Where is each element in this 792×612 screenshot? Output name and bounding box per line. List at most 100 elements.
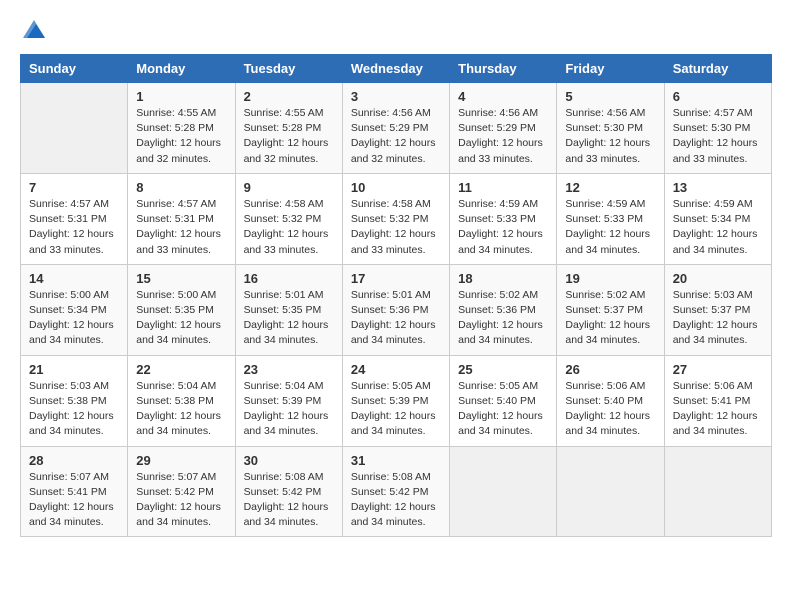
day-info: Sunrise: 4:56 AM Sunset: 5:30 PM Dayligh…: [565, 106, 655, 167]
calendar-cell: 20 Sunrise: 5:03 AM Sunset: 5:37 PM Dayli…: [664, 264, 771, 355]
logo: [20, 20, 45, 38]
day-number: 5: [565, 89, 655, 104]
day-info: Sunrise: 4:56 AM Sunset: 5:29 PM Dayligh…: [351, 106, 441, 167]
day-info: Sunrise: 5:07 AM Sunset: 5:42 PM Dayligh…: [136, 470, 226, 531]
calendar-table: SundayMondayTuesdayWednesdayThursdayFrid…: [20, 54, 772, 537]
day-number: 19: [565, 271, 655, 286]
day-info: Sunrise: 4:57 AM Sunset: 5:31 PM Dayligh…: [29, 197, 119, 258]
day-info: Sunrise: 5:06 AM Sunset: 5:40 PM Dayligh…: [565, 379, 655, 440]
calendar-cell: 22 Sunrise: 5:04 AM Sunset: 5:38 PM Dayli…: [128, 355, 235, 446]
calendar-cell: 2 Sunrise: 4:55 AM Sunset: 5:28 PM Daylig…: [235, 83, 342, 174]
calendar-cell: 21 Sunrise: 5:03 AM Sunset: 5:38 PM Dayli…: [21, 355, 128, 446]
day-number: 14: [29, 271, 119, 286]
day-info: Sunrise: 4:56 AM Sunset: 5:29 PM Dayligh…: [458, 106, 548, 167]
calendar-cell: 14 Sunrise: 5:00 AM Sunset: 5:34 PM Dayli…: [21, 264, 128, 355]
day-number: 26: [565, 362, 655, 377]
calendar-cell: 26 Sunrise: 5:06 AM Sunset: 5:40 PM Dayli…: [557, 355, 664, 446]
logo-icon: [23, 20, 45, 38]
calendar-cell: [21, 83, 128, 174]
calendar-cell: 18Sunrise: 5:02 AM Sunset: 5:36 PM Dayli…: [450, 264, 557, 355]
calendar-cell: 4Sunrise: 4:56 AM Sunset: 5:29 PM Daylig…: [450, 83, 557, 174]
day-info: Sunrise: 4:58 AM Sunset: 5:32 PM Dayligh…: [351, 197, 441, 258]
day-info: Sunrise: 5:05 AM Sunset: 5:40 PM Dayligh…: [458, 379, 548, 440]
day-number: 2: [244, 89, 334, 104]
day-info: Sunrise: 5:02 AM Sunset: 5:37 PM Dayligh…: [565, 288, 655, 349]
day-number: 24: [351, 362, 441, 377]
day-number: 21: [29, 362, 119, 377]
header-saturday: Saturday: [664, 55, 771, 83]
calendar-week-row: 1 Sunrise: 4:55 AM Sunset: 5:28 PM Daylig…: [21, 83, 772, 174]
calendar-week-row: 28 Sunrise: 5:07 AM Sunset: 5:41 PM Dayli…: [21, 446, 772, 537]
day-info: Sunrise: 4:57 AM Sunset: 5:31 PM Dayligh…: [136, 197, 226, 258]
day-number: 22: [136, 362, 226, 377]
day-number: 8: [136, 180, 226, 195]
day-number: 3: [351, 89, 441, 104]
day-number: 23: [244, 362, 334, 377]
calendar-cell: 29 Sunrise: 5:07 AM Sunset: 5:42 PM Dayli…: [128, 446, 235, 537]
header-thursday: Thursday: [450, 55, 557, 83]
day-info: Sunrise: 4:59 AM Sunset: 5:34 PM Dayligh…: [673, 197, 763, 258]
day-number: 31: [351, 453, 441, 468]
day-number: 25: [458, 362, 548, 377]
calendar-cell: 27 Sunrise: 5:06 AM Sunset: 5:41 PM Dayli…: [664, 355, 771, 446]
calendar-cell: 28 Sunrise: 5:07 AM Sunset: 5:41 PM Dayli…: [21, 446, 128, 537]
day-number: 1: [136, 89, 226, 104]
header: [20, 20, 772, 38]
calendar-cell: 1Sunrise: 4:55 AM Sunset: 5:28 PM Daylig…: [128, 83, 235, 174]
calendar-week-row: 21 Sunrise: 5:03 AM Sunset: 5:38 PM Dayli…: [21, 355, 772, 446]
header-wednesday: Wednesday: [342, 55, 449, 83]
day-info: Sunrise: 5:08 AM Sunset: 5:42 PM Dayligh…: [351, 470, 441, 531]
day-number: 10: [351, 180, 441, 195]
calendar-cell: 17 Sunrise: 5:01 AM Sunset: 5:36 PM Dayli…: [342, 264, 449, 355]
day-number: 20: [673, 271, 763, 286]
calendar-cell: 12Sunrise: 4:59 AM Sunset: 5:33 PM Dayli…: [557, 173, 664, 264]
calendar-cell: 15 Sunrise: 5:00 AM Sunset: 5:35 PM Dayli…: [128, 264, 235, 355]
calendar-cell: 8 Sunrise: 4:57 AM Sunset: 5:31 PM Daylig…: [128, 173, 235, 264]
calendar-cell: 3 Sunrise: 4:56 AM Sunset: 5:29 PM Daylig…: [342, 83, 449, 174]
day-number: 15: [136, 271, 226, 286]
day-number: 13: [673, 180, 763, 195]
day-info: Sunrise: 5:03 AM Sunset: 5:38 PM Dayligh…: [29, 379, 119, 440]
day-number: 16: [244, 271, 334, 286]
day-info: Sunrise: 5:04 AM Sunset: 5:38 PM Dayligh…: [136, 379, 226, 440]
day-info: Sunrise: 5:01 AM Sunset: 5:36 PM Dayligh…: [351, 288, 441, 349]
calendar-cell: 5 Sunrise: 4:56 AM Sunset: 5:30 PM Daylig…: [557, 83, 664, 174]
header-monday: Monday: [128, 55, 235, 83]
day-info: Sunrise: 4:59 AM Sunset: 5:33 PM Dayligh…: [565, 197, 655, 258]
calendar-cell: 16Sunrise: 5:01 AM Sunset: 5:35 PM Dayli…: [235, 264, 342, 355]
day-number: 6: [673, 89, 763, 104]
calendar-cell: 31 Sunrise: 5:08 AM Sunset: 5:42 PM Dayli…: [342, 446, 449, 537]
header-sunday: Sunday: [21, 55, 128, 83]
header-friday: Friday: [557, 55, 664, 83]
calendar-cell: 24Sunrise: 5:05 AM Sunset: 5:39 PM Dayli…: [342, 355, 449, 446]
calendar-cell: [664, 446, 771, 537]
calendar-cell: 9Sunrise: 4:58 AM Sunset: 5:32 PM Daylig…: [235, 173, 342, 264]
day-info: Sunrise: 4:57 AM Sunset: 5:30 PM Dayligh…: [673, 106, 763, 167]
day-number: 27: [673, 362, 763, 377]
calendar-cell: 11Sunrise: 4:59 AM Sunset: 5:33 PM Dayli…: [450, 173, 557, 264]
day-info: Sunrise: 5:03 AM Sunset: 5:37 PM Dayligh…: [673, 288, 763, 349]
day-info: Sunrise: 5:00 AM Sunset: 5:34 PM Dayligh…: [29, 288, 119, 349]
day-info: Sunrise: 5:00 AM Sunset: 5:35 PM Dayligh…: [136, 288, 226, 349]
day-number: 30: [244, 453, 334, 468]
day-info: Sunrise: 4:58 AM Sunset: 5:32 PM Dayligh…: [244, 197, 334, 258]
calendar-cell: 25 Sunrise: 5:05 AM Sunset: 5:40 PM Dayli…: [450, 355, 557, 446]
day-number: 29: [136, 453, 226, 468]
logo-blue: [20, 20, 45, 38]
day-info: Sunrise: 4:59 AM Sunset: 5:33 PM Dayligh…: [458, 197, 548, 258]
day-info: Sunrise: 5:08 AM Sunset: 5:42 PM Dayligh…: [244, 470, 334, 531]
day-info: Sunrise: 5:07 AM Sunset: 5:41 PM Dayligh…: [29, 470, 119, 531]
calendar-cell: 30 Sunrise: 5:08 AM Sunset: 5:42 PM Dayli…: [235, 446, 342, 537]
calendar-cell: 6 Sunrise: 4:57 AM Sunset: 5:30 PM Daylig…: [664, 83, 771, 174]
calendar-header-row: SundayMondayTuesdayWednesdayThursdayFrid…: [21, 55, 772, 83]
day-number: 28: [29, 453, 119, 468]
day-info: Sunrise: 4:55 AM Sunset: 5:28 PM Dayligh…: [244, 106, 334, 167]
day-number: 17: [351, 271, 441, 286]
calendar-cell: 10 Sunrise: 4:58 AM Sunset: 5:32 PM Dayli…: [342, 173, 449, 264]
calendar-cell: 7Sunrise: 4:57 AM Sunset: 5:31 PM Daylig…: [21, 173, 128, 264]
calendar-week-row: 7Sunrise: 4:57 AM Sunset: 5:31 PM Daylig…: [21, 173, 772, 264]
day-info: Sunrise: 5:04 AM Sunset: 5:39 PM Dayligh…: [244, 379, 334, 440]
day-info: Sunrise: 5:06 AM Sunset: 5:41 PM Dayligh…: [673, 379, 763, 440]
header-tuesday: Tuesday: [235, 55, 342, 83]
calendar-cell: [450, 446, 557, 537]
